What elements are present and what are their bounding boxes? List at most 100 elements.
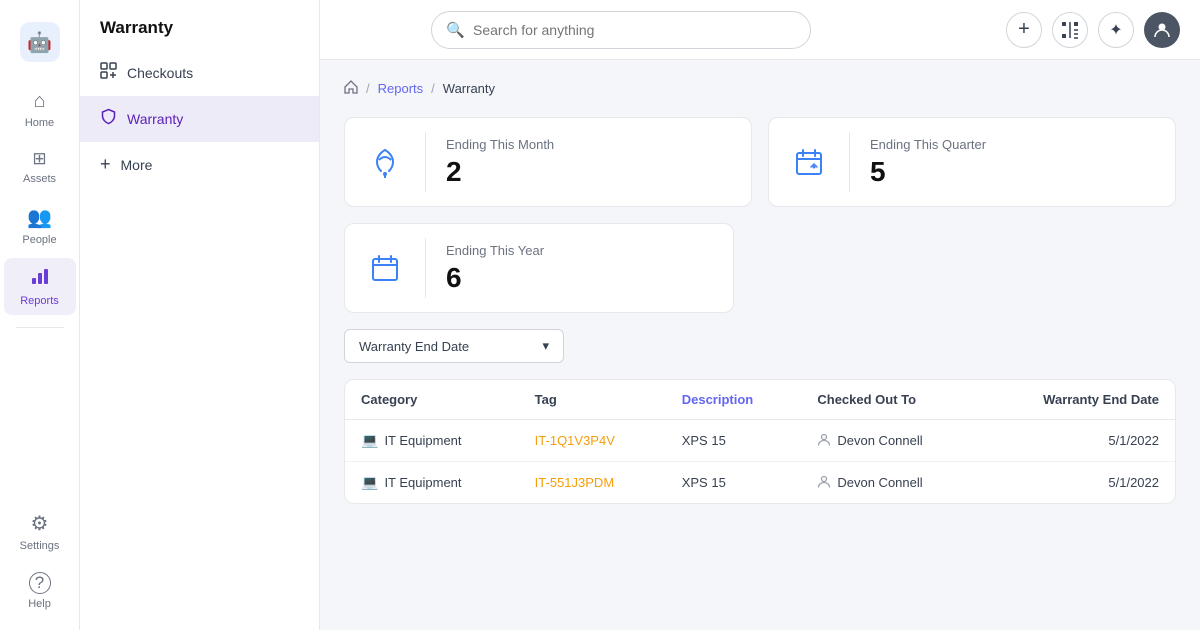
breadcrumb: / Reports / Warranty xyxy=(344,80,1176,97)
stat-card-ending-year: Ending This Year 6 xyxy=(344,223,734,313)
sidebar-item-help-label: Help xyxy=(28,598,51,610)
warranty-icon xyxy=(100,108,117,130)
stat-label-month: Ending This Month xyxy=(446,137,731,152)
theme-toggle-button[interactable]: ✦ xyxy=(1098,12,1134,48)
sidebar-item-reports-label: Reports xyxy=(20,295,59,307)
breadcrumb-current: Warranty xyxy=(443,81,495,96)
secondary-nav-header: Warranty xyxy=(80,0,319,50)
category-icon-0: 💻 xyxy=(361,432,378,449)
description-0: XPS 15 xyxy=(682,433,726,448)
stat-body-quarter: Ending This Quarter 5 xyxy=(850,121,1175,204)
cell-description-0: XPS 15 xyxy=(666,420,802,462)
reports-icon xyxy=(30,266,50,291)
breadcrumb-sep1: / xyxy=(366,81,370,96)
secondary-nav-more-label: More xyxy=(121,157,153,173)
home-icon: ⌂ xyxy=(33,90,45,113)
filter-label: Warranty End Date xyxy=(359,339,469,354)
cell-person-1: Devon Connell xyxy=(801,462,981,504)
user-avatar[interactable] xyxy=(1144,12,1180,48)
secondary-nav-item-warranty[interactable]: Warranty xyxy=(80,96,319,142)
people-icon: 👥 xyxy=(27,205,52,230)
main-content: 🔍 + ✦ xyxy=(320,0,1200,630)
stat-label-quarter: Ending This Quarter xyxy=(870,137,1155,152)
topbar-actions: + ✦ xyxy=(1006,12,1180,48)
sidebar-item-assets-label: Assets xyxy=(23,173,56,185)
category-label-0: IT Equipment xyxy=(384,433,461,448)
sidebar-item-help[interactable]: ? Help xyxy=(4,564,76,618)
sidebar-item-people[interactable]: 👥 People xyxy=(4,197,76,254)
warranty-date-0: 5/1/2022 xyxy=(1108,433,1159,448)
col-header-warranty-end: Warranty End Date xyxy=(981,380,1175,420)
cell-warranty-date-0: 5/1/2022 xyxy=(981,420,1175,462)
logo-area: 🤖 xyxy=(20,12,60,78)
topbar: 🔍 + ✦ xyxy=(320,0,1200,60)
stat-icon-year xyxy=(345,253,425,283)
sidebar-item-assets[interactable]: ⊞ Assets xyxy=(4,141,76,193)
stat-card-ending-quarter: Ending This Quarter 5 xyxy=(768,117,1176,207)
stat-value-quarter: 5 xyxy=(870,156,1155,188)
sidebar-item-settings[interactable]: ⚙ Settings xyxy=(4,503,76,560)
person-icon-1 xyxy=(817,474,831,491)
col-header-checked-out: Checked Out To xyxy=(801,380,981,420)
cell-person-0: Devon Connell xyxy=(801,420,981,462)
secondary-nav-title: Warranty xyxy=(100,18,173,37)
stat-icon-month xyxy=(345,146,425,178)
search-input[interactable] xyxy=(473,22,796,38)
warranty-date-1: 5/1/2022 xyxy=(1108,475,1159,490)
sidebar-item-people-label: People xyxy=(22,234,56,246)
cell-tag-0[interactable]: IT-1Q1V3P4V xyxy=(519,420,666,462)
col-header-tag: Tag xyxy=(519,380,666,420)
stat-card-ending-month: Ending This Month 2 xyxy=(344,117,752,207)
scan-button[interactable] xyxy=(1052,12,1088,48)
stat-label-year: Ending This Year xyxy=(446,243,713,258)
stat-value-month: 2 xyxy=(446,156,731,188)
stats-row-2: Ending This Year 6 xyxy=(344,223,1176,313)
filter-dropdown[interactable]: Warranty End Date ▾ xyxy=(344,329,564,363)
col-header-description: Description xyxy=(666,380,802,420)
search-icon: 🔍 xyxy=(446,21,465,39)
breadcrumb-reports-link[interactable]: Reports xyxy=(378,81,424,96)
stat-value-year: 6 xyxy=(446,262,713,294)
secondary-nav-item-more[interactable]: + More xyxy=(80,142,319,187)
cell-category-1: 💻 IT Equipment xyxy=(345,462,519,504)
breadcrumb-home-icon[interactable] xyxy=(344,80,358,97)
table-row: 💻 IT Equipment IT-551J3PDM XPS 15 Devon … xyxy=(345,462,1175,504)
secondary-nav-item-checkouts[interactable]: Checkouts xyxy=(80,50,319,96)
cell-description-1: XPS 15 xyxy=(666,462,802,504)
add-button[interactable]: + xyxy=(1006,12,1042,48)
stat-icon-quarter xyxy=(769,147,849,177)
stats-row-1: Ending This Month 2 xyxy=(344,117,1176,207)
table-row: 💻 IT Equipment IT-1Q1V3P4V XPS 15 Devon … xyxy=(345,420,1175,462)
person-icon-0 xyxy=(817,432,831,449)
cell-tag-1[interactable]: IT-551J3PDM xyxy=(519,462,666,504)
breadcrumb-sep2: / xyxy=(431,81,435,96)
stat-body-year: Ending This Year 6 xyxy=(426,227,733,310)
assets-icon: ⊞ xyxy=(32,149,46,169)
sidebar-item-home[interactable]: ⌂ Home xyxy=(4,82,76,137)
person-name-0: Devon Connell xyxy=(837,433,922,448)
sidebar-item-reports[interactable]: Reports xyxy=(4,258,76,315)
more-icon: + xyxy=(100,154,111,175)
nav-divider xyxy=(16,327,64,328)
chevron-down-icon: ▾ xyxy=(542,338,549,354)
data-table: Category Tag Description Checked Out To … xyxy=(344,379,1176,504)
secondary-nav-warranty-label: Warranty xyxy=(127,111,183,127)
tag-link-0[interactable]: IT-1Q1V3P4V xyxy=(535,433,615,448)
description-1: XPS 15 xyxy=(682,475,726,490)
icon-nav: 🤖 ⌂ Home ⊞ Assets 👥 People Reports ⚙ Set… xyxy=(0,0,80,630)
help-icon: ? xyxy=(29,572,51,594)
checkouts-icon xyxy=(100,62,117,84)
gear-icon: ⚙ xyxy=(31,511,49,536)
secondary-nav-checkouts-label: Checkouts xyxy=(127,65,193,81)
category-label-1: IT Equipment xyxy=(384,475,461,490)
sidebar-item-settings-label: Settings xyxy=(20,540,60,552)
filter-row: Warranty End Date ▾ xyxy=(344,329,1176,363)
secondary-nav: Warranty Checkouts Warranty + More xyxy=(80,0,320,630)
cell-warranty-date-1: 5/1/2022 xyxy=(981,462,1175,504)
search-bar[interactable]: 🔍 xyxy=(431,11,811,49)
col-header-category: Category xyxy=(345,380,519,420)
cell-category-0: 💻 IT Equipment xyxy=(345,420,519,462)
person-name-1: Devon Connell xyxy=(837,475,922,490)
logo-icon: 🤖 xyxy=(20,22,60,62)
tag-link-1[interactable]: IT-551J3PDM xyxy=(535,475,614,490)
